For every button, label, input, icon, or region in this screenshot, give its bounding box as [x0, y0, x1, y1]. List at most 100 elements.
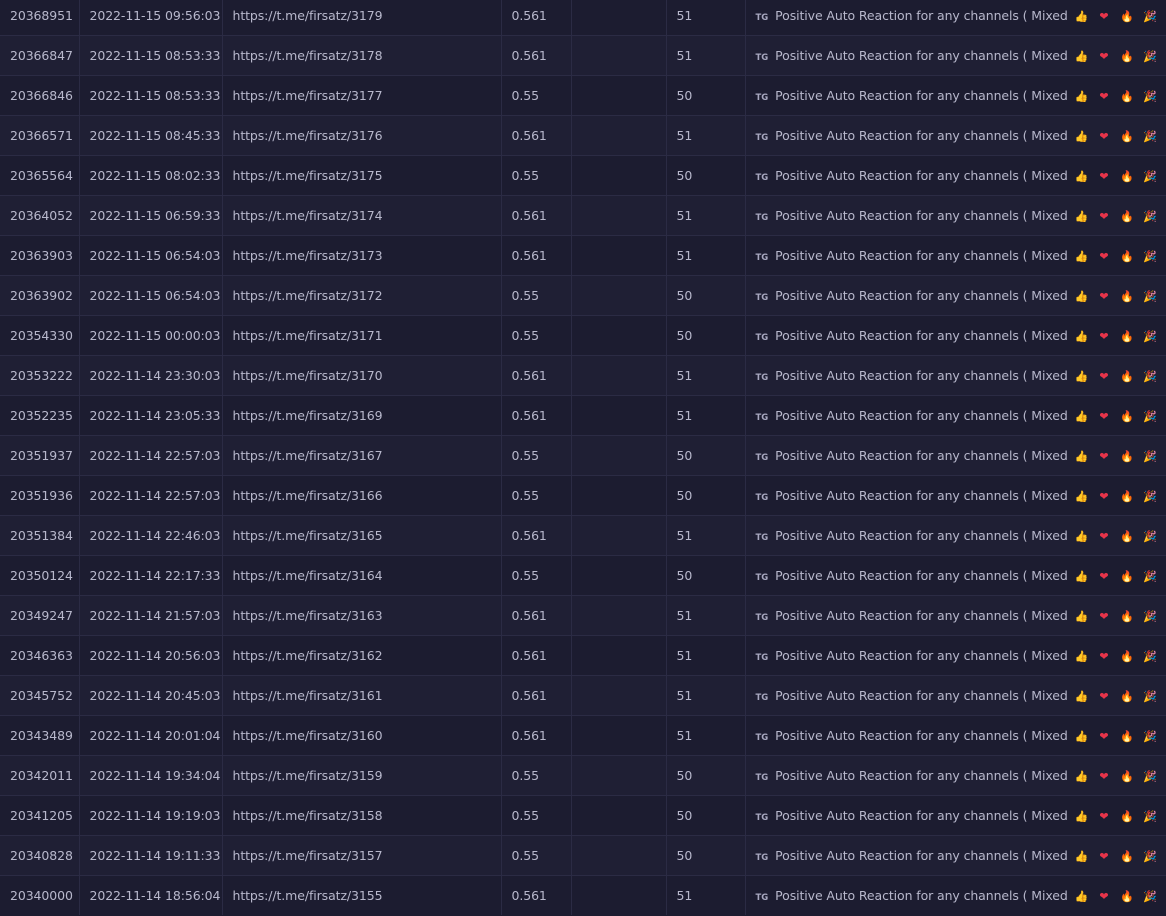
thumbs-up-icon: 👍: [1074, 490, 1089, 503]
heart-icon: ❤: [1099, 730, 1109, 743]
telegram-badge-icon: TG: [755, 253, 769, 263]
order-link[interactable]: https://t.me/firsatz/3179: [222, 0, 502, 36]
order-link[interactable]: https://t.me/firsatz/3175: [222, 155, 502, 196]
service-name: Positive Auto Reaction for any channels …: [775, 808, 1068, 823]
order-id: 20365564: [0, 155, 80, 196]
order-service: TG Positive Auto Reaction for any channe…: [745, 315, 1166, 356]
order-service: TG Positive Auto Reaction for any channe…: [745, 515, 1166, 556]
order-id: 20363903: [0, 235, 80, 276]
service-name: Positive Auto Reaction for any channels …: [775, 648, 1068, 663]
service-name: Positive Auto Reaction for any channels …: [775, 488, 1068, 503]
order-link[interactable]: https://t.me/firsatz/3174: [222, 195, 502, 236]
order-start-count: [571, 635, 667, 676]
table-row: 20342011 2022-11-14 19:34:04 https://t.m…: [0, 755, 1166, 796]
table-row: 20366571 2022-11-15 08:45:33 https://t.m…: [0, 115, 1166, 156]
order-link[interactable]: https://t.me/firsatz/3155: [222, 875, 502, 915]
order-link[interactable]: https://t.me/firsatz/3163: [222, 595, 502, 636]
order-service: TG Positive Auto Reaction for any channe…: [745, 835, 1166, 876]
fire-icon: 🔥: [1120, 330, 1134, 343]
thumbs-up-icon: 👍: [1074, 690, 1089, 703]
order-link[interactable]: https://t.me/firsatz/3162: [222, 635, 502, 676]
heart-icon: ❤: [1099, 530, 1109, 543]
heart-icon: ❤: [1099, 770, 1109, 783]
order-charge: 0.55: [501, 835, 572, 876]
order-charge: 0.55: [501, 155, 572, 196]
order-link[interactable]: https://t.me/firsatz/3178: [222, 35, 502, 76]
order-service: TG Positive Auto Reaction for any channe…: [745, 195, 1166, 236]
order-charge: 0.561: [501, 195, 572, 236]
order-date: 2022-11-15 00:00:03: [79, 315, 223, 356]
order-link[interactable]: https://t.me/firsatz/3169: [222, 395, 502, 436]
order-start-count: [571, 515, 667, 556]
order-date: 2022-11-15 08:02:33: [79, 155, 223, 196]
heart-icon: ❤: [1099, 570, 1109, 583]
order-link[interactable]: https://t.me/firsatz/3176: [222, 115, 502, 156]
order-link[interactable]: https://t.me/firsatz/3173: [222, 235, 502, 276]
telegram-badge-icon: TG: [755, 653, 769, 663]
heart-icon: ❤: [1099, 130, 1109, 143]
order-link[interactable]: https://t.me/firsatz/3158: [222, 795, 502, 836]
order-link[interactable]: https://t.me/firsatz/3157: [222, 835, 502, 876]
order-date: 2022-11-14 20:56:03: [79, 635, 223, 676]
service-name: Positive Auto Reaction for any channels …: [775, 608, 1068, 623]
order-link[interactable]: https://t.me/firsatz/3167: [222, 435, 502, 476]
order-start-count: [571, 75, 667, 116]
order-link[interactable]: https://t.me/firsatz/3177: [222, 75, 502, 116]
order-charge: 0.561: [501, 515, 572, 556]
heart-icon: ❤: [1099, 210, 1109, 223]
party-popper-icon: 🎉: [1143, 850, 1157, 863]
party-popper-icon: 🎉: [1143, 730, 1157, 743]
telegram-badge-icon: TG: [755, 453, 769, 463]
order-link[interactable]: https://t.me/firsatz/3166: [222, 475, 502, 516]
order-charge: 0.55: [501, 795, 572, 836]
order-quantity: 51: [666, 115, 746, 156]
order-date: 2022-11-15 08:53:33: [79, 35, 223, 76]
order-start-count: [571, 475, 667, 516]
order-start-count: [571, 275, 667, 316]
order-link[interactable]: https://t.me/firsatz/3164: [222, 555, 502, 596]
service-name: Positive Auto Reaction for any channels …: [775, 48, 1068, 63]
order-service: TG Positive Auto Reaction for any channe…: [745, 475, 1166, 516]
order-id: 20364052: [0, 195, 80, 236]
service-name: Positive Auto Reaction for any channels …: [775, 728, 1068, 743]
order-start-count: [571, 155, 667, 196]
order-date: 2022-11-14 23:30:03: [79, 355, 223, 396]
order-charge: 0.561: [501, 595, 572, 636]
fire-icon: 🔥: [1120, 610, 1134, 623]
order-link[interactable]: https://t.me/firsatz/3159: [222, 755, 502, 796]
order-id: 20340828: [0, 835, 80, 876]
party-popper-icon: 🎉: [1143, 50, 1157, 63]
order-quantity: 50: [666, 835, 746, 876]
order-quantity: 51: [666, 875, 746, 915]
thumbs-up-icon: 👍: [1074, 610, 1089, 623]
order-quantity: 51: [666, 515, 746, 556]
service-name: Positive Auto Reaction for any channels …: [775, 128, 1068, 143]
order-date: 2022-11-14 23:05:33: [79, 395, 223, 436]
order-link[interactable]: https://t.me/firsatz/3170: [222, 355, 502, 396]
thumbs-up-icon: 👍: [1074, 450, 1089, 463]
heart-icon: ❤: [1099, 610, 1109, 623]
order-quantity: 51: [666, 35, 746, 76]
order-start-count: [571, 235, 667, 276]
order-charge: 0.55: [501, 75, 572, 116]
order-start-count: [571, 355, 667, 396]
thumbs-up-icon: 👍: [1074, 850, 1089, 863]
order-id: 20368951: [0, 0, 80, 36]
order-quantity: 51: [666, 195, 746, 236]
order-link[interactable]: https://t.me/firsatz/3171: [222, 315, 502, 356]
telegram-badge-icon: TG: [755, 293, 769, 303]
order-charge: 0.561: [501, 635, 572, 676]
fire-icon: 🔥: [1120, 10, 1134, 23]
order-link[interactable]: https://t.me/firsatz/3161: [222, 675, 502, 716]
fire-icon: 🔥: [1120, 210, 1134, 223]
order-start-count: [571, 195, 667, 236]
order-link[interactable]: https://t.me/firsatz/3160: [222, 715, 502, 756]
order-quantity: 50: [666, 755, 746, 796]
order-id: 20351937: [0, 435, 80, 476]
order-link[interactable]: https://t.me/firsatz/3165: [222, 515, 502, 556]
order-id: 20349247: [0, 595, 80, 636]
order-id: 20350124: [0, 555, 80, 596]
orders-table-body: 20368951 2022-11-15 09:56:03 https://t.m…: [0, 0, 1166, 915]
order-link[interactable]: https://t.me/firsatz/3172: [222, 275, 502, 316]
thumbs-up-icon: 👍: [1074, 890, 1089, 903]
